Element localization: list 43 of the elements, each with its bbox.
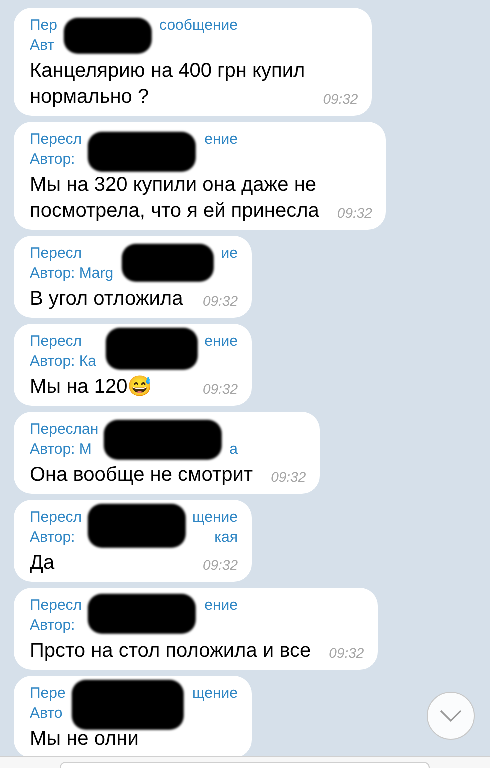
forwarded-label: ение <box>204 332 238 352</box>
author-label: Автор: Marg <box>30 264 114 284</box>
forwarded-label: Пересл <box>30 332 82 352</box>
forwarded-label: Пересл <box>30 508 82 528</box>
message-time: 09:32 <box>202 292 238 311</box>
scroll-down-button[interactable] <box>427 692 475 740</box>
author-label: Автор: <box>30 616 76 636</box>
message-text: Она вообще не смотрит <box>30 463 254 488</box>
forwarded-label: Переслан <box>30 420 99 440</box>
forwarded-label: щение <box>192 508 238 528</box>
author-label: Автор: М <box>30 440 92 460</box>
message-time: 09:32 <box>322 90 358 109</box>
message-text: Мы на 120😅 <box>30 374 153 400</box>
chevron-down-icon <box>440 710 462 722</box>
forwarded-label: Пер <box>30 16 58 36</box>
author-label: кая <box>214 528 238 548</box>
forwarded-label: ение <box>204 130 238 150</box>
message-text: Да <box>30 551 55 576</box>
forwarded-label: ие <box>221 244 238 264</box>
message-text: Прсто на стол положила и все <box>30 639 312 664</box>
message-text: Мы на 320 купили она даже не посмотрела, что я ей принесла <box>30 173 320 224</box>
author-label: Авто <box>30 704 63 724</box>
forwarded-label: Пересл <box>30 596 82 616</box>
forwarded-label: Пересл <box>30 130 82 150</box>
forwarded-label: сообщение <box>160 16 238 36</box>
author-label: Автор: <box>30 150 76 170</box>
message-time: 09:32 <box>336 204 372 223</box>
message-text: В угол отложила <box>30 287 184 312</box>
message-time: 09:32 <box>202 380 238 399</box>
forwarded-label: Пере <box>30 684 66 704</box>
author-label: Авт <box>30 36 55 56</box>
message-text: Канцелярию на 400 грн купил нормально ? <box>30 59 306 110</box>
author-label: а <box>230 440 238 460</box>
forwarded-label: ение <box>204 596 238 616</box>
message-input[interactable] <box>60 762 430 768</box>
author-label: Автор: Ка <box>30 352 96 372</box>
message-time: 09:32 <box>328 644 364 663</box>
author-label: Автор: <box>30 528 76 548</box>
message-time: 09:32 <box>202 556 238 575</box>
forwarded-label: щение <box>192 684 238 704</box>
message-text: Мы не олни <box>30 727 139 752</box>
message-time: 09:32 <box>270 468 306 487</box>
forwarded-label: Пересл <box>30 244 82 264</box>
